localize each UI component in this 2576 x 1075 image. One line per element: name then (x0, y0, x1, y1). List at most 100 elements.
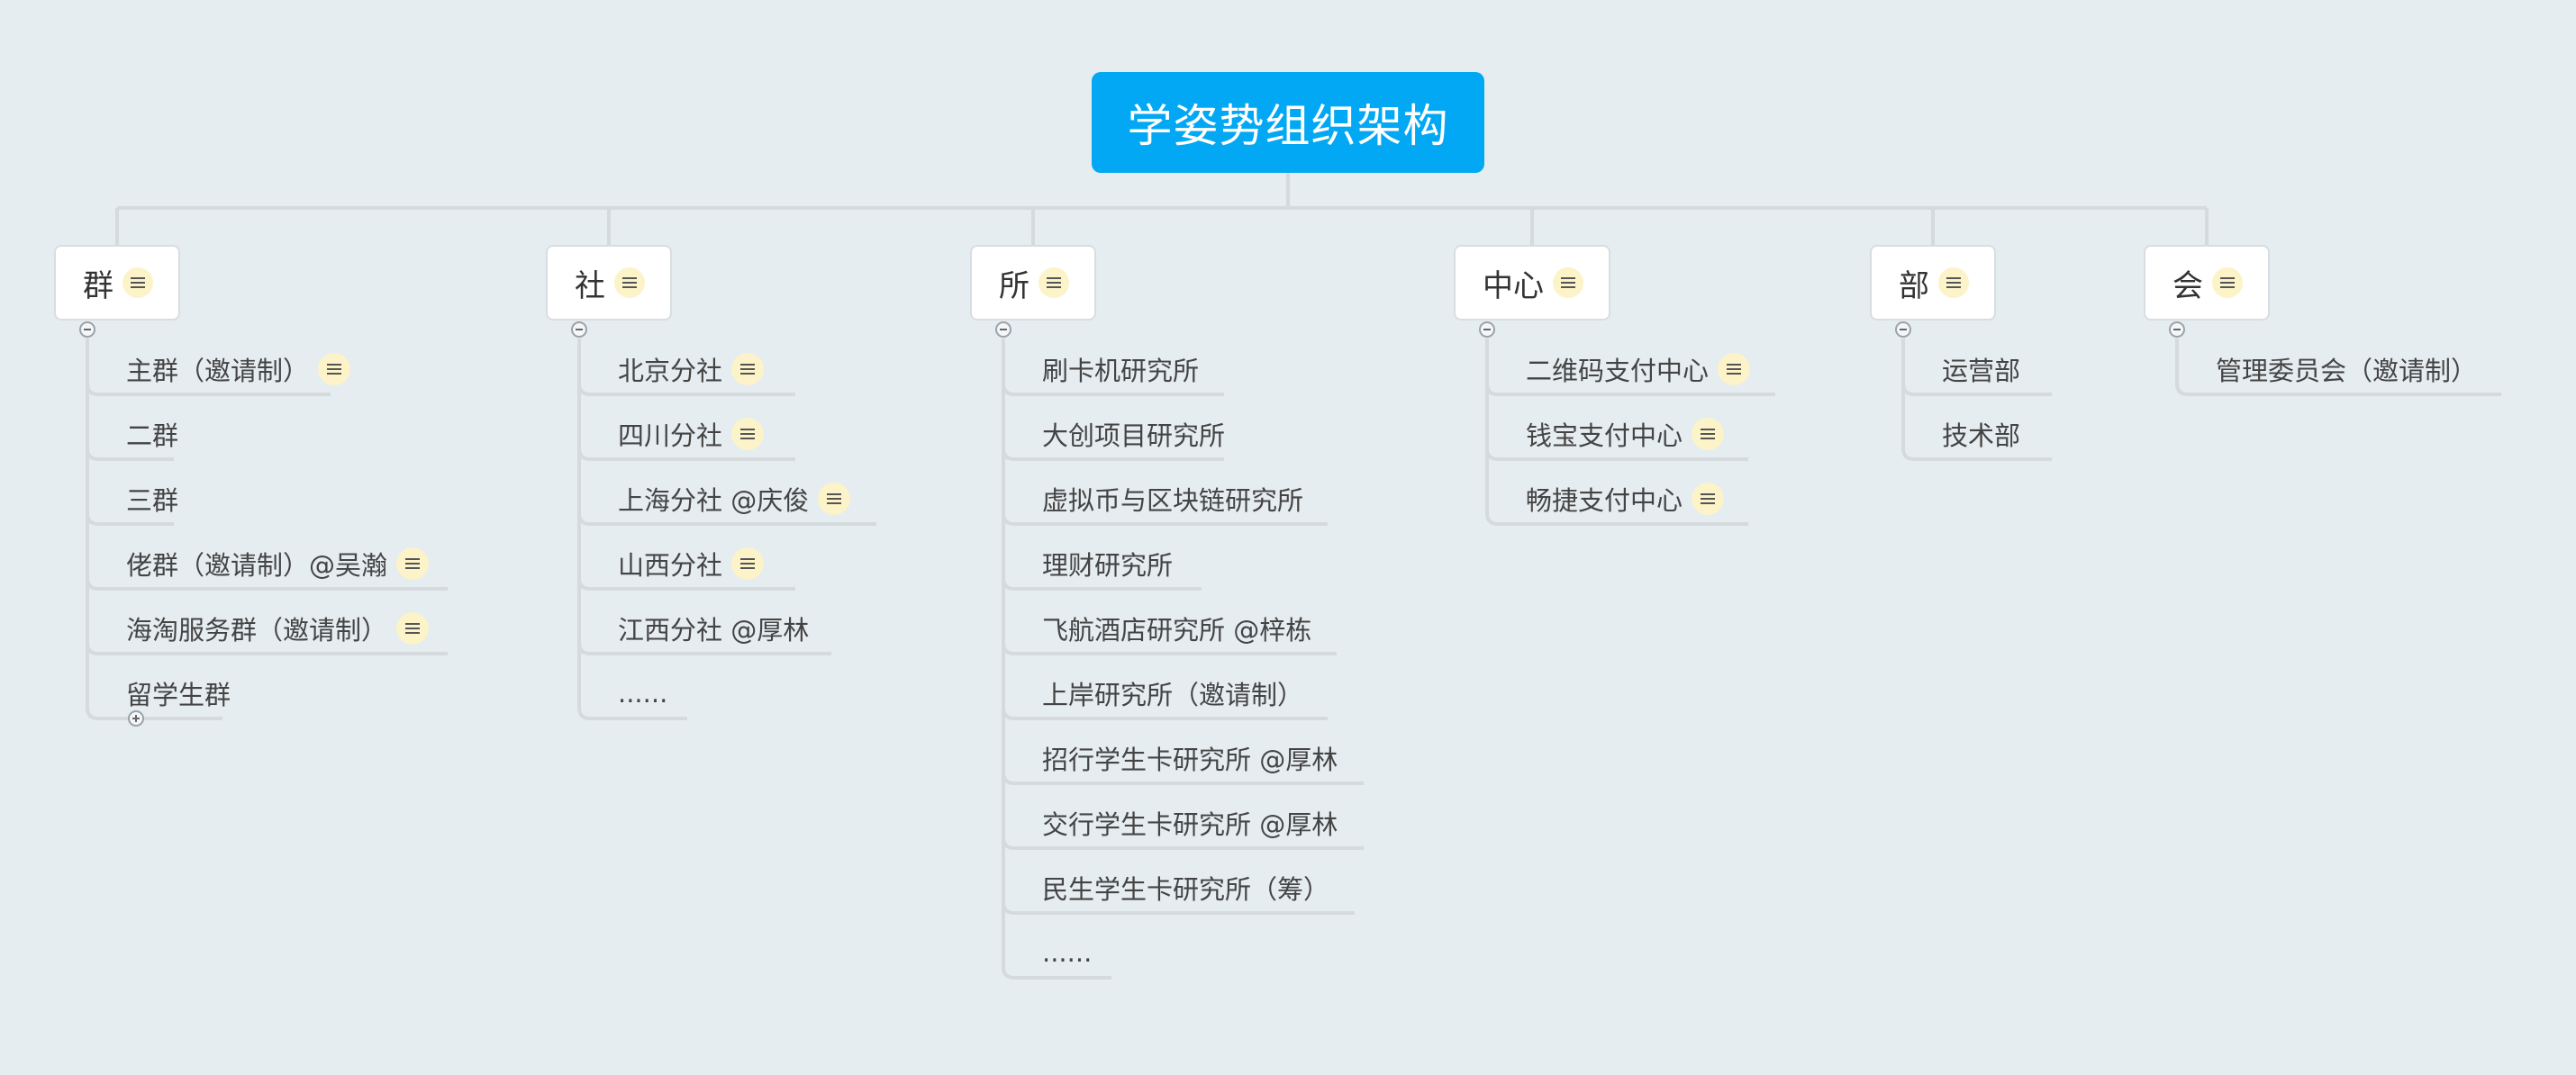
subtopic-label: ...... (618, 678, 668, 709)
child-elbow (577, 642, 591, 655)
child-elbow (86, 447, 99, 461)
branch-topic[interactable]: 群 (54, 245, 180, 321)
subtopic[interactable]: 运营部 (1942, 349, 2020, 389)
subtopic[interactable]: 畅捷支付中心 (1526, 479, 1725, 519)
subtopic-label: 招行学生卡研究所 @厚林 (1042, 745, 1338, 775)
subtopic[interactable]: 理财研究所 (1042, 544, 1173, 583)
subtopic[interactable]: 三群 (126, 479, 178, 519)
note-icon[interactable] (731, 353, 765, 385)
subtopic[interactable]: 飞航酒店研究所 @梓栋 (1042, 609, 1311, 648)
note-icon[interactable] (2212, 267, 2243, 298)
subtopic-label: 山西分社 (618, 550, 723, 581)
child-spine (2175, 339, 2189, 396)
child-elbow (1002, 383, 1015, 396)
subtopic[interactable]: 四川分社 (618, 414, 765, 454)
subtopic-label: 海淘服务群（邀请制） (126, 615, 388, 646)
collapse-minus-icon[interactable] (995, 321, 1011, 338)
child-elbow (1002, 901, 1015, 915)
subtopic[interactable]: 山西分社 (618, 544, 765, 583)
child-elbow (1485, 447, 1499, 461)
subtopic[interactable]: 江西分社 @厚林 (618, 609, 809, 648)
subtopic[interactable]: 留学生群 (126, 673, 231, 713)
subtopic[interactable]: 钱宝支付中心 (1526, 414, 1725, 454)
branch-topic[interactable]: 会 (2144, 245, 2270, 321)
subtopic[interactable]: 刷卡机研究所 (1042, 349, 1199, 389)
note-icon[interactable] (1553, 267, 1583, 298)
subtopic[interactable]: 管理委员会（邀请制） (2216, 349, 2477, 389)
child-spine (1485, 339, 1499, 526)
child-elbow (577, 577, 591, 591)
child-spine (1002, 339, 1015, 980)
subtopic-label: 刷卡机研究所 (1042, 356, 1200, 386)
note-icon[interactable] (1718, 353, 1751, 385)
child-elbow (1485, 383, 1499, 396)
subtopic-label: 理财研究所 (1042, 550, 1174, 581)
subtopic-label: 大创项目研究所 (1042, 420, 1226, 451)
child-elbow (577, 512, 591, 526)
subtopic[interactable]: 虚拟币与区块链研究所 (1042, 479, 1303, 519)
mind-map-canvas: 学姿势组织架构 群主群（邀请制） 二群三群佬群（邀请制）@吴瀚 海淘服务群（邀请制）… (0, 0, 2576, 1075)
subtopic[interactable]: 大创项目研究所 (1042, 414, 1225, 454)
child-elbow (1002, 577, 1015, 591)
collapse-minus-icon[interactable] (1895, 321, 1911, 338)
collapse-minus-icon[interactable] (2169, 321, 2185, 338)
subtopic[interactable]: ...... (618, 673, 667, 713)
note-icon[interactable] (396, 612, 430, 645)
subtopic[interactable]: ...... (1042, 933, 1092, 972)
branch-topic-label: 群 (83, 267, 113, 304)
subtopic[interactable]: 北京分社 (618, 349, 765, 389)
branch-topic[interactable]: 社 (546, 245, 672, 321)
note-icon[interactable] (614, 267, 645, 298)
branch-topic[interactable]: 所 (970, 245, 1096, 321)
subtopic-label: 钱宝支付中心 (1526, 420, 1683, 451)
subtopic[interactable]: 招行学生卡研究所 @厚林 (1042, 738, 1338, 778)
subtopic[interactable]: 技术部 (1942, 414, 2020, 454)
note-icon[interactable] (1692, 483, 1725, 515)
root-topic[interactable]: 学姿势组织架构 (1092, 72, 1484, 173)
subtopic-label: 佬群（邀请制）@吴瀚 (126, 550, 388, 581)
subtopic[interactable]: 交行学生卡研究所 @厚林 (1042, 803, 1338, 843)
child-elbow (1002, 836, 1015, 850)
note-icon[interactable] (1938, 267, 1969, 298)
collapse-minus-icon[interactable] (79, 321, 95, 338)
subtopic[interactable]: 上岸研究所（邀请制） (1042, 673, 1303, 713)
subtopic-label: 留学生群 (126, 680, 231, 710)
subtopic[interactable]: 主群（邀请制） (126, 349, 351, 389)
subtopic[interactable]: 民生学生卡研究所（筹） (1042, 868, 1329, 908)
note-icon[interactable] (731, 418, 765, 450)
branch-topic[interactable]: 部 (1870, 245, 1996, 321)
child-elbow (86, 512, 99, 526)
subtopic-label: 管理委员会（邀请制） (2216, 356, 2478, 386)
collapse-minus-icon[interactable] (571, 321, 587, 338)
subtopic[interactable]: 二维码支付中心 (1526, 349, 1751, 389)
branch-topic-label: 中心 (1483, 267, 1544, 304)
note-icon[interactable] (1039, 267, 1069, 298)
child-spine (1901, 339, 1915, 461)
child-elbow (86, 383, 99, 396)
subtopic-label: 上岸研究所（邀请制） (1042, 680, 1304, 710)
collapse-minus-icon[interactable] (1479, 321, 1495, 338)
child-elbow (577, 447, 591, 461)
subtopic-label: 二群 (126, 420, 179, 451)
subtopic[interactable]: 二群 (126, 414, 178, 454)
note-icon[interactable] (122, 267, 153, 298)
expand-plus-icon[interactable] (128, 710, 144, 727)
subtopic-label: 运营部 (1942, 356, 2021, 386)
note-icon[interactable] (318, 353, 351, 385)
child-elbow (1002, 512, 1015, 526)
subtopic-label: ...... (1042, 937, 1093, 968)
subtopic-label: 民生学生卡研究所（筹） (1042, 874, 1330, 905)
child-elbow (86, 577, 99, 591)
subtopic[interactable]: 佬群（邀请制）@吴瀚 (126, 544, 430, 583)
note-icon[interactable] (396, 547, 430, 580)
note-icon[interactable] (1692, 418, 1725, 450)
branch-topic[interactable]: 中心 (1454, 245, 1610, 321)
subtopic-label: 虚拟币与区块链研究所 (1042, 485, 1304, 516)
subtopic-label: 北京分社 (618, 356, 723, 386)
subtopic[interactable]: 海淘服务群（邀请制） (126, 609, 430, 648)
note-icon[interactable] (731, 547, 765, 580)
note-icon[interactable] (818, 483, 851, 515)
subtopic[interactable]: 上海分社 @庆俊 (618, 479, 851, 519)
subtopic-label: 四川分社 (618, 420, 723, 451)
branch-topic-label: 会 (2172, 267, 2203, 304)
